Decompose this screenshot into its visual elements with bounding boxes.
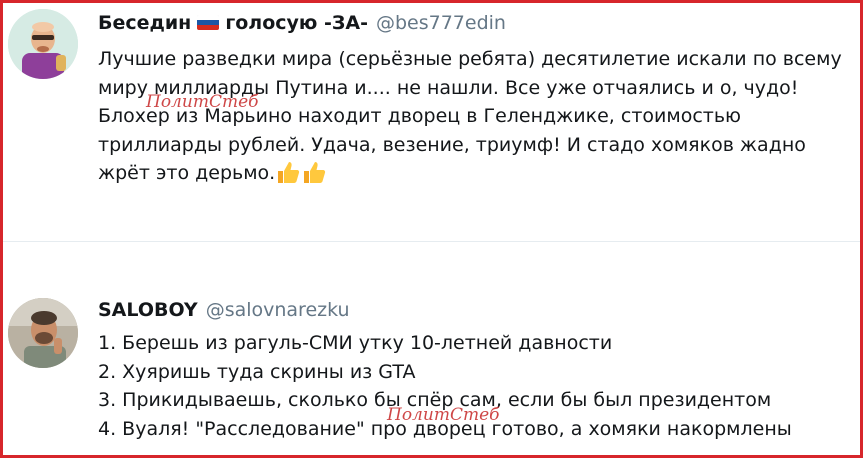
- tweet-1: Беседин голосую -ЗА- @bes777edin Лучшие ра…: [3, 3, 860, 241]
- author-name[interactable]: SALOBOY: [98, 299, 198, 321]
- thumbs-up-icon: [278, 162, 300, 183]
- tweet-line-text: жрёт это дерьмо.: [98, 162, 276, 184]
- tweet-line: 2. Хуяришь туда скрины из GTA: [98, 360, 416, 383]
- screenshot-frame: Беседин голосую -ЗА- @bes777edin Лучшие ра…: [0, 0, 863, 458]
- avatar[interactable]: [8, 298, 78, 368]
- tweet-line: Лучшие разведки мира (серьёзные ребята) …: [98, 48, 842, 70]
- tweet-header: SALOBOY @salovnarezku: [98, 298, 350, 322]
- watermark: ПолитСтеб: [146, 92, 259, 112]
- tweet-line: триллиарды рублей. Удача, везение, триум…: [98, 133, 806, 156]
- avatar-cartoon-man-icon: [8, 9, 78, 79]
- tweet-text: 1. Берешь из рагуль-СМИ утку 10-летней д…: [98, 329, 818, 443]
- tweet-header: Беседин голосую -ЗА- @bes777edin: [98, 11, 506, 35]
- thumbs-up-icon: [304, 162, 326, 183]
- tweet-2: SALOBOY @salovnarezku 1. Берешь из рагуль…: [3, 242, 860, 455]
- russia-flag-icon: [197, 15, 220, 30]
- author-name-suffix[interactable]: голосую -ЗА-: [225, 12, 368, 34]
- author-name[interactable]: Беседин: [98, 12, 191, 34]
- watermark: ПолитСтеб: [387, 405, 500, 425]
- author-handle[interactable]: @salovnarezku: [206, 299, 350, 321]
- tweet-line: 1. Берешь из рагуль-СМИ утку 10-летней д…: [98, 332, 613, 354]
- avatar[interactable]: [8, 9, 78, 79]
- tweet-line: жрёт это дерьмо.: [98, 159, 848, 188]
- author-handle[interactable]: @bes777edin: [376, 12, 506, 34]
- tweet-text: Лучшие разведки мира (серьёзные ребята) …: [98, 45, 848, 188]
- avatar-man-photo-icon: [8, 298, 78, 368]
